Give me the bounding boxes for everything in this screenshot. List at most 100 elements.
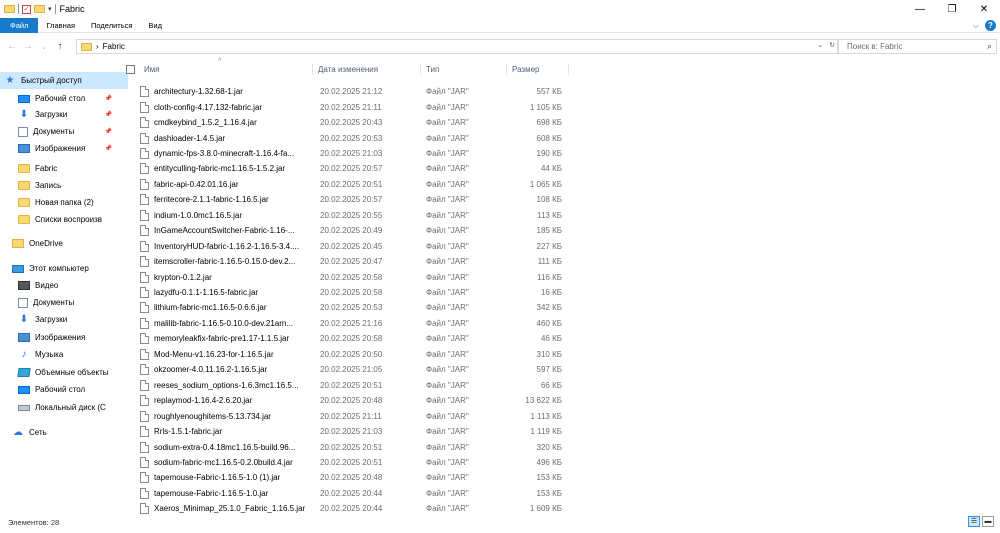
file-type: Файл "JAR" bbox=[426, 241, 469, 251]
file-row[interactable]: architectury-1.32.68-1.jar 20.02.2025 21:… bbox=[140, 84, 568, 99]
file-row[interactable]: indium-1.0.0mc1.16.5.jar 20.02.2025 20:55… bbox=[140, 208, 568, 223]
sidebar-item[interactable]: Видео bbox=[0, 277, 128, 294]
file-row[interactable]: sodium-extra-0.4.18mc1.16.5-build.96... 2… bbox=[140, 439, 568, 454]
disk-icon bbox=[18, 404, 30, 411]
file-row[interactable]: Xaeros_Minimap_25.1.0_Fabric_1.16.5.jar 2… bbox=[140, 501, 568, 516]
file-row[interactable]: fabric-api-0.42.01.16.jar 20.02.2025 20:5… bbox=[140, 177, 568, 192]
file-row[interactable]: memoryleakfix-fabric-pre1.17-1.1.5.jar 20… bbox=[140, 331, 568, 346]
column-header-type[interactable]: Тип bbox=[426, 60, 439, 78]
properties-icon[interactable]: ✓ bbox=[22, 4, 31, 14]
sidebar-item[interactable]: Локальный диск (C bbox=[0, 399, 128, 416]
minimize-button[interactable]: — bbox=[904, 0, 936, 18]
column-header-date[interactable]: Дата изменения bbox=[318, 60, 378, 78]
sidebar-item[interactable]: Запись bbox=[0, 177, 128, 194]
address-history-chevron-icon[interactable]: ⌄ bbox=[817, 41, 823, 49]
search-icon[interactable]: ⌕ bbox=[987, 41, 992, 52]
file-row[interactable]: cmdkeybind_1.5.2_1.16.4.jar 20.02.2025 20… bbox=[140, 115, 568, 130]
sidebar-item[interactable]: ⬇ Загрузки bbox=[0, 311, 128, 328]
column-header-name[interactable]: Имя bbox=[144, 60, 160, 78]
details-view-icon[interactable]: ☰ bbox=[968, 516, 980, 527]
tab-share[interactable]: Поделиться bbox=[83, 18, 140, 33]
column-divider[interactable] bbox=[312, 63, 313, 75]
address-bar[interactable]: › Fabric ⌄ ↻ bbox=[76, 39, 838, 54]
forward-arrow-icon[interactable]: → bbox=[20, 41, 36, 52]
column-divider[interactable] bbox=[568, 63, 569, 75]
back-arrow-icon[interactable]: ← bbox=[4, 41, 20, 52]
select-all-checkbox[interactable] bbox=[126, 65, 135, 74]
tab-view[interactable]: Вид bbox=[140, 18, 170, 33]
file-size: 16 КБ bbox=[540, 288, 562, 298]
sidebar-item[interactable]: Документы 📌 bbox=[0, 123, 128, 140]
sidebar-item[interactable]: Изображения bbox=[0, 329, 128, 346]
file-row[interactable]: Rrls-1.5.1-fabric.jar 20.02.2025 21:03 Фай… bbox=[140, 424, 568, 439]
sidebar-item[interactable]: Документы bbox=[0, 294, 128, 311]
file-row[interactable]: itemscroller-fabric-1.16.5-0.15.0-dev.2.… bbox=[140, 254, 568, 269]
sidebar-item[interactable]: ⬇ Загрузки 📌 bbox=[0, 106, 128, 123]
refresh-icon[interactable]: ↻ bbox=[829, 41, 835, 49]
sidebar-item[interactable]: Изображения 📌 bbox=[0, 140, 128, 157]
new-folder-icon[interactable] bbox=[34, 5, 45, 13]
help-icon[interactable]: ? bbox=[985, 20, 996, 31]
sidebar-item[interactable]: ♪ Музыка bbox=[0, 346, 128, 363]
file-row[interactable]: reeses_sodium_options-1.6.3mc1.16.5... 20… bbox=[140, 378, 568, 393]
sidebar-item[interactable]: Объемные объекты bbox=[0, 364, 128, 381]
file-row[interactable]: dashloader-1.4.5.jar 20.02.2025 20:53 Файл… bbox=[140, 130, 568, 145]
file-date: 20.02.2025 20:57 bbox=[320, 164, 383, 174]
up-arrow-icon[interactable]: ↑ bbox=[52, 41, 68, 52]
file-size: 608 КБ bbox=[536, 133, 562, 143]
file-name: ferritecore-2.1.1-fabric-1.16.5.jar bbox=[154, 195, 269, 205]
file-date: 20.02.2025 20:44 bbox=[320, 488, 383, 498]
file-row[interactable]: krypton-0.1.2.jar 20.02.2025 20:58 Файл "J… bbox=[140, 269, 568, 284]
file-row[interactable]: replaymod-1.16.4-2.6.20.jar 20.02.2025 20… bbox=[140, 393, 568, 408]
file-row[interactable]: sodium-fabric-mc1.16.5-0.2.0build.4.jar 2… bbox=[140, 455, 568, 470]
file-row[interactable]: entityculling-fabric-mc1.16.5-1.5.2.jar 2… bbox=[140, 161, 568, 176]
column-divider[interactable] bbox=[506, 63, 507, 75]
customize-toolbar-chevron-icon[interactable]: ▾ bbox=[48, 5, 52, 13]
pin-icon: 📌 bbox=[104, 96, 112, 102]
file-row[interactable]: Mod-Menu-v1.16.23-for-1.16.5.jar 20.02.20… bbox=[140, 347, 568, 362]
tab-home[interactable]: Главная bbox=[38, 18, 83, 33]
file-row[interactable]: lazydfu-0.1.1-1.16.5-fabric.jar 20.02.202… bbox=[140, 285, 568, 300]
sidebar-item[interactable]: Fabric bbox=[0, 160, 128, 177]
computer-icon bbox=[12, 264, 24, 273]
jar-file-icon bbox=[140, 456, 149, 468]
file-row[interactable]: ferritecore-2.1.1-fabric-1.16.5.jar 20.02… bbox=[140, 192, 568, 207]
file-row[interactable]: tapemouse-Fabric-1.16.5-1.0.jar 20.02.202… bbox=[140, 486, 568, 501]
column-header-size[interactable]: Размер bbox=[512, 60, 540, 78]
expand-ribbon-chevron-icon[interactable]: ⌵ bbox=[973, 21, 979, 31]
file-row[interactable]: okzoomer-4.0.11.16.2-1.16.5.jar 20.02.202… bbox=[140, 362, 568, 377]
sidebar-item[interactable]: ★ Быстрый доступ bbox=[0, 72, 128, 89]
file-row[interactable]: roughlyenoughitems-5.13.734.jar 20.02.202… bbox=[140, 408, 568, 423]
file-row[interactable]: malilib-fabric-1.16.5-0.10.0-dev.21arn..… bbox=[140, 316, 568, 331]
file-size: 496 КБ bbox=[536, 457, 562, 467]
file-row[interactable]: InventoryHUD-fabric-1.16.2-1.16.5-3.4...… bbox=[140, 239, 568, 254]
sidebar-item[interactable]: ☁ Сеть bbox=[0, 424, 128, 441]
folder-icon bbox=[4, 5, 15, 13]
file-row[interactable]: dynamic-fps-3.8.0-minecraft-1.16.4-fa...… bbox=[140, 146, 568, 161]
close-button[interactable]: ✕ bbox=[968, 0, 1000, 18]
jar-file-icon bbox=[140, 426, 149, 438]
jar-file-icon bbox=[140, 178, 149, 190]
sidebar-item[interactable]: OneDrive bbox=[0, 235, 128, 252]
file-size: 111 КБ bbox=[537, 257, 562, 267]
maximize-button[interactable]: ❐ bbox=[936, 0, 968, 18]
sidebar-item[interactable]: Новая папка (2) bbox=[0, 194, 128, 211]
search-input[interactable]: Поиск в: Fabric ⌕ bbox=[838, 39, 997, 54]
breadcrumb-separator-icon[interactable]: › bbox=[96, 42, 99, 51]
file-row[interactable]: lithium-fabric-mc1.16.5-0.6.6.jar 20.02.2… bbox=[140, 300, 568, 315]
sidebar-item[interactable]: Рабочий стол 📌 bbox=[0, 90, 128, 107]
large-icons-view-icon[interactable]: ▬ bbox=[982, 516, 994, 527]
sidebar-item[interactable]: Этот компьютер bbox=[0, 260, 128, 277]
documents-icon bbox=[18, 297, 28, 308]
column-divider[interactable] bbox=[420, 63, 421, 75]
file-row[interactable]: InGameAccountSwitcher-Fabric-1.16-... 20.… bbox=[140, 223, 568, 238]
sidebar-item[interactable]: Рабочий стол bbox=[0, 381, 128, 398]
file-row[interactable]: cloth-config-4.17.132-fabric.jar 20.02.20… bbox=[140, 99, 568, 114]
sidebar-item[interactable]: Списки воспроизв bbox=[0, 211, 128, 228]
folder-icon bbox=[81, 42, 92, 51]
tab-file[interactable]: Файл bbox=[0, 17, 39, 33]
recent-locations-chevron-icon[interactable]: ⌄ bbox=[36, 43, 52, 51]
file-row[interactable]: tapemouse-Fabric-1.16.5-1.0 (1).jar 20.02… bbox=[140, 470, 568, 485]
file-type: Файл "JAR" bbox=[426, 504, 469, 514]
breadcrumb[interactable]: Fabric bbox=[103, 42, 125, 51]
